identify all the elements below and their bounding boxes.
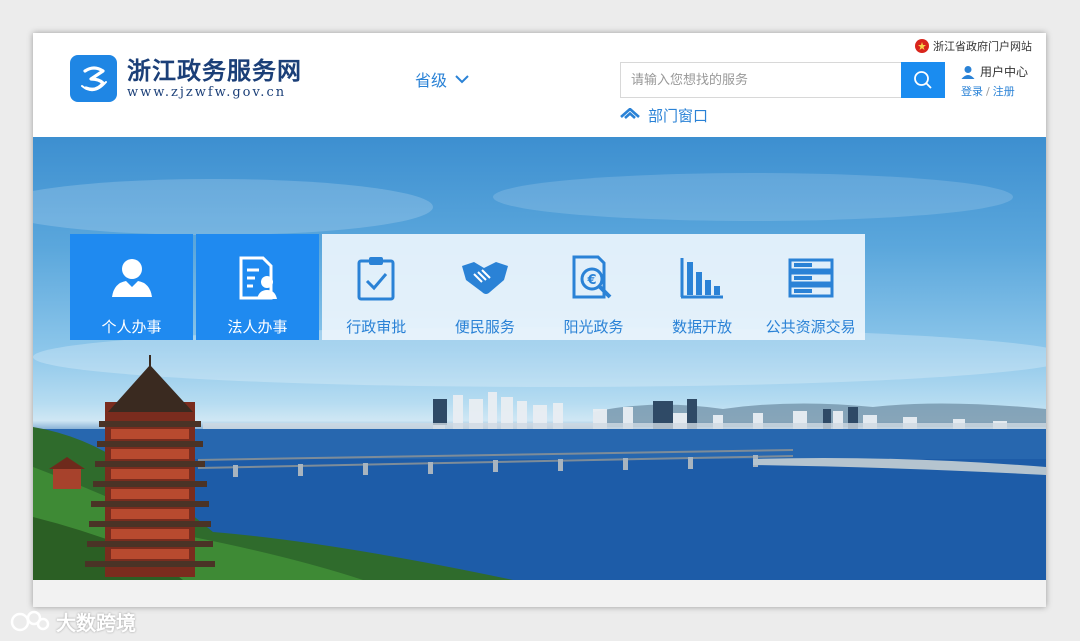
search-box bbox=[620, 62, 945, 98]
national-emblem-icon bbox=[915, 39, 929, 53]
watermark-text: 大数跨境 bbox=[56, 611, 136, 635]
watermark-logo-icon bbox=[10, 610, 50, 631]
search-input[interactable] bbox=[620, 62, 901, 98]
tile-convenience-label: 便民服务 bbox=[454, 318, 515, 336]
document-search-icon: € bbox=[572, 255, 612, 299]
site-header: 浙江政务服务网 www.zjzwfw.gov.cn 省级 部门窗口 浙江省政府门… bbox=[33, 33, 1046, 137]
tile-legal-person-affairs[interactable]: 法人办事 bbox=[196, 234, 319, 340]
tile-personal-affairs[interactable]: 个人办事 bbox=[70, 234, 193, 340]
tile-public-resource-label: 公共资源交易 bbox=[765, 318, 856, 336]
hero-banner: 个人办事 法人办事 行政审批 便民服务 € 阳光政务 数据开放 公共资源交易 bbox=[33, 137, 1046, 580]
watermark: 大数跨境 bbox=[10, 607, 136, 636]
bar-chart-icon bbox=[680, 258, 724, 299]
user-center-label: 用户中心 bbox=[980, 65, 1029, 79]
home-icon bbox=[620, 107, 640, 119]
search-button[interactable] bbox=[901, 62, 945, 98]
tile-open-governance[interactable]: € 阳光政务 bbox=[539, 234, 648, 340]
tile-administrative-approval[interactable]: 行政审批 bbox=[322, 234, 431, 340]
gov-portal-link[interactable]: 浙江省政府门户网站 bbox=[915, 38, 1032, 54]
logo-mark-icon bbox=[70, 55, 117, 102]
tile-personal-label: 个人办事 bbox=[101, 318, 162, 336]
site-logo[interactable]: 浙江政务服务网 www.zjzwfw.gov.cn bbox=[70, 55, 302, 102]
svg-text:€: € bbox=[587, 273, 597, 288]
site-url: www.zjzwfw.gov.cn bbox=[127, 84, 287, 100]
separator: / bbox=[986, 85, 990, 98]
tile-open-data[interactable]: 数据开放 bbox=[648, 234, 757, 340]
clipboard-check-icon bbox=[357, 257, 395, 301]
tile-approval-label: 行政审批 bbox=[346, 318, 407, 336]
tile-open-governance-label: 阳光政务 bbox=[563, 318, 624, 336]
user-center-link[interactable]: 用户中心 bbox=[961, 63, 1028, 80]
login-link[interactable]: 登录 bbox=[961, 85, 983, 98]
site-title: 浙江政务服务网 bbox=[127, 55, 302, 85]
user-center: 用户中心 登录 / 注册 bbox=[961, 63, 1028, 99]
legal-person-icon bbox=[239, 256, 277, 300]
handshake-icon bbox=[461, 262, 508, 294]
tile-public-resource-trading[interactable]: 公共资源交易 bbox=[756, 234, 865, 340]
register-link[interactable]: 注册 bbox=[993, 85, 1015, 98]
person-icon bbox=[111, 259, 152, 297]
service-tiles: 个人办事 法人办事 行政审批 便民服务 € 阳光政务 数据开放 公共资源交易 bbox=[70, 234, 865, 340]
region-selector[interactable]: 省级 bbox=[415, 67, 469, 91]
hangzhou-scene-image bbox=[33, 173, 1046, 580]
page: 浙江政务服务网 www.zjzwfw.gov.cn 省级 部门窗口 浙江省政府门… bbox=[33, 33, 1046, 607]
user-icon bbox=[961, 65, 975, 79]
footer-strip bbox=[33, 580, 1046, 607]
chevron-down-icon bbox=[455, 75, 469, 84]
pagoda-illustration bbox=[85, 355, 215, 577]
tile-convenience-service[interactable]: 便民服务 bbox=[431, 234, 540, 340]
server-stack-icon bbox=[788, 258, 834, 298]
tile-legal-person-label: 法人办事 bbox=[227, 318, 288, 336]
secondary-tiles: 行政审批 便民服务 € 阳光政务 数据开放 公共资源交易 bbox=[322, 234, 865, 340]
dept-window-label: 部门窗口 bbox=[648, 107, 709, 125]
tile-open-data-label: 数据开放 bbox=[672, 318, 733, 336]
gov-portal-label: 浙江省政府门户网站 bbox=[933, 40, 1032, 53]
region-label: 省级 bbox=[415, 71, 448, 90]
dept-window-link[interactable]: 部门窗口 bbox=[620, 105, 708, 126]
search-icon bbox=[914, 71, 932, 89]
